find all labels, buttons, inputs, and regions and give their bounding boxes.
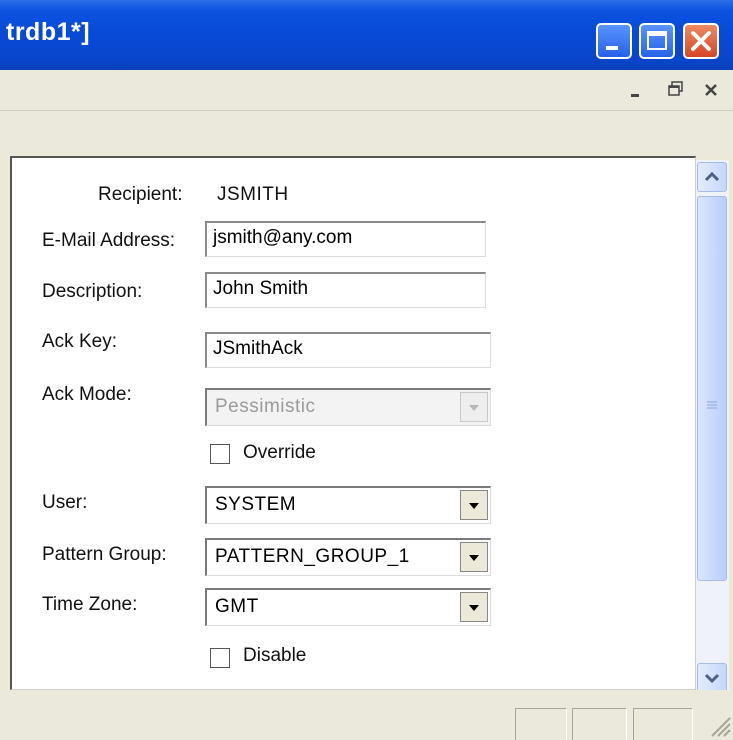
scroll-thumb[interactable] <box>697 196 727 581</box>
time-zone-label: Time Zone: <box>42 594 138 615</box>
pattern-group-label: Pattern Group: <box>42 544 167 565</box>
close-icon <box>691 31 711 51</box>
override-checkbox[interactable] <box>210 444 230 464</box>
time-zone-dropdown-arrow-icon[interactable] <box>460 592 488 622</box>
pattern-group-select[interactable]: PATTERN_GROUP_1 <box>205 538 491 576</box>
time-zone-value: GMT <box>215 596 259 617</box>
title-bar[interactable]: trdb1*] <box>0 0 733 70</box>
maximize-button[interactable] <box>639 23 675 59</box>
ack-mode-select: Pessimistic <box>205 388 491 426</box>
status-pane-3 <box>633 708 693 740</box>
user-value: SYSTEM <box>215 494 297 515</box>
mdi-close-icon[interactable] <box>703 80 721 105</box>
disable-label: Disable <box>243 645 307 666</box>
description-field[interactable]: John Smith <box>205 272 486 308</box>
maximize-icon <box>647 31 667 50</box>
ack-mode-label: Ack Mode: <box>42 384 132 405</box>
pattern-group-dropdown-arrow-icon[interactable] <box>460 542 488 572</box>
disable-checkbox[interactable] <box>210 648 230 668</box>
override-label: Override <box>243 442 316 463</box>
mdi-control-bar <box>0 70 733 111</box>
vertical-scrollbar[interactable] <box>696 160 729 693</box>
pattern-group-value: PATTERN_GROUP_1 <box>215 546 410 567</box>
resize-grip-icon[interactable] <box>708 714 732 738</box>
ack-key-field[interactable]: JSmithAck <box>205 332 491 368</box>
status-pane-2 <box>572 708 627 740</box>
grip-icon <box>707 401 717 409</box>
scroll-down-button[interactable] <box>697 663 727 693</box>
minimize-button[interactable] <box>596 23 632 59</box>
mdi-restore-icon[interactable] <box>667 80 685 105</box>
chevron-down-icon <box>704 673 720 684</box>
toolbar-strip <box>0 111 733 156</box>
user-select[interactable]: SYSTEM <box>205 486 491 524</box>
description-label: Description: <box>42 281 143 302</box>
email-field[interactable]: jsmith@any.com <box>205 221 486 257</box>
mdi-minimize-icon[interactable] <box>628 80 644 105</box>
scroll-up-button[interactable] <box>697 162 727 192</box>
ack-mode-dropdown-arrow-icon <box>460 392 488 422</box>
ack-key-label: Ack Key: <box>42 331 117 352</box>
recipient-form-panel: Recipient: JSMITH E-Mail Address: jsmith… <box>10 156 696 690</box>
user-dropdown-arrow-icon[interactable] <box>460 490 488 520</box>
status-pane-1 <box>515 708 567 740</box>
chevron-up-icon <box>704 171 720 182</box>
close-button[interactable] <box>683 23 719 59</box>
window-title: trdb1*] <box>6 18 91 46</box>
ack-mode-value: Pessimistic <box>215 396 316 417</box>
recipient-label: Recipient: <box>98 184 183 205</box>
status-bar <box>0 690 733 740</box>
recipient-value: JSMITH <box>217 184 289 205</box>
time-zone-select[interactable]: GMT <box>205 588 491 626</box>
user-label: User: <box>42 492 88 513</box>
email-label: E-Mail Address: <box>42 230 176 251</box>
minimize-icon <box>606 46 618 50</box>
